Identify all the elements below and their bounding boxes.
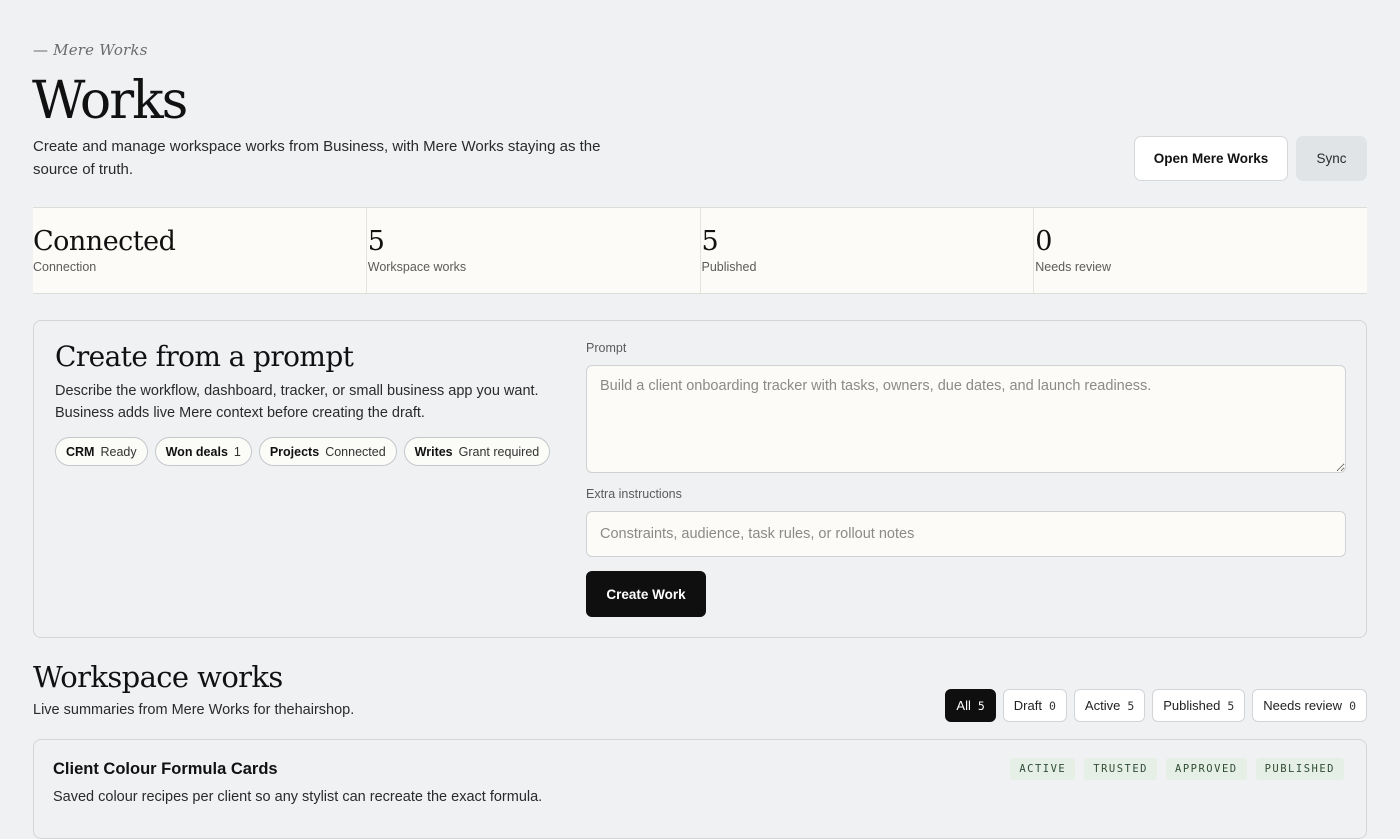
chip-status: 1 [233, 444, 241, 459]
work-description: Saved colour recipes per client so any s… [53, 789, 543, 805]
filter-label: Active [1084, 698, 1121, 713]
stat-label: Connection [33, 260, 97, 274]
filter-label: All [956, 698, 971, 713]
filter-published[interactable]: Published 5 [1152, 689, 1246, 722]
create-panel-description: Describe the workflow, dashboard, tracke… [55, 383, 539, 421]
status-badge: PUBLISHED [1255, 758, 1344, 780]
stat-published: 5 Published [699, 208, 1034, 293]
filter-label: Needs review [1263, 698, 1343, 713]
prompt-textarea[interactable] [586, 365, 1346, 473]
chip-name: Writes [414, 444, 453, 459]
filter-count: 0 [1048, 698, 1056, 713]
work-name: Client Colour Formula Cards [53, 760, 278, 778]
stat-value: 5 [367, 226, 385, 257]
chip-name: Projects [269, 444, 320, 459]
filter-count: 5 [1127, 698, 1135, 713]
status-badge: APPROVED [1166, 758, 1247, 780]
context-chips: CRM Ready Won deals 1 Projects Connected… [55, 437, 551, 466]
filter-count: 5 [977, 698, 985, 713]
prompt-label: Prompt [586, 341, 627, 355]
filter-all[interactable]: All 5 [945, 689, 996, 722]
create-work-button[interactable]: Create Work [586, 571, 706, 617]
context-chip-writes: Writes Grant required [403, 437, 551, 466]
create-from-prompt-panel: Create from a prompt Describe the workfl… [33, 320, 1367, 638]
filter-label: Published [1163, 698, 1221, 713]
stat-label: Published [701, 260, 757, 274]
status-badge: TRUSTED [1084, 758, 1158, 780]
sync-button[interactable]: Sync [1296, 136, 1367, 181]
stats-bar: Connected Connection 5 Workspace works 5… [33, 207, 1367, 294]
stat-value: 0 [1035, 226, 1052, 257]
filter-count: 5 [1227, 698, 1235, 713]
chip-status: Ready [100, 444, 137, 459]
extra-instructions-input[interactable] [586, 511, 1346, 557]
context-chip-projects: Projects Connected [258, 437, 397, 466]
page-eyebrow: — Mere Works [33, 41, 148, 59]
page-description: Create and manage workspace works from B… [33, 138, 601, 178]
filter-count: 0 [1349, 698, 1356, 713]
stat-connection: Connected Connection [33, 208, 366, 293]
works-filter-tabs: All 5 Draft 0 Active 5 Published 5 Needs… [945, 689, 1367, 722]
filter-draft[interactable]: Draft 0 [1002, 689, 1067, 722]
context-chip-crm: CRM Ready [55, 437, 148, 466]
work-card[interactable]: Client Colour Formula Cards Saved colour… [33, 739, 1367, 839]
page-title: Works [32, 71, 188, 131]
filter-label: Draft [1013, 698, 1042, 713]
open-mere-works-button[interactable]: Open Mere Works [1134, 136, 1288, 181]
stat-workspace-works: 5 Workspace works [365, 208, 700, 293]
workspace-works-description: Live summaries from Mere Works for theha… [33, 702, 355, 718]
stat-label: Needs review [1035, 260, 1111, 274]
chip-status: Grant required [458, 444, 540, 459]
stat-label: Workspace works [367, 260, 467, 274]
workspace-works-title: Workspace works [33, 660, 283, 694]
work-status-badges: ACTIVE TRUSTED APPROVED PUBLISHED [1010, 758, 1344, 780]
stat-value: Connected [33, 226, 176, 257]
extra-instructions-label: Extra instructions [586, 487, 682, 501]
context-chip-won-deals: Won deals 1 [154, 437, 252, 466]
stat-value: 5 [701, 226, 719, 257]
filter-needs-review[interactable]: Needs review 0 [1252, 689, 1367, 722]
status-badge: ACTIVE [1010, 758, 1076, 780]
filter-active[interactable]: Active 5 [1073, 689, 1146, 722]
stat-needs-review: 0 Needs review [1033, 208, 1367, 293]
chip-name: CRM [66, 444, 95, 459]
create-panel-title: Create from a prompt [55, 340, 354, 373]
chip-name: Won deals [165, 444, 228, 459]
chip-status: Connected [325, 444, 386, 459]
